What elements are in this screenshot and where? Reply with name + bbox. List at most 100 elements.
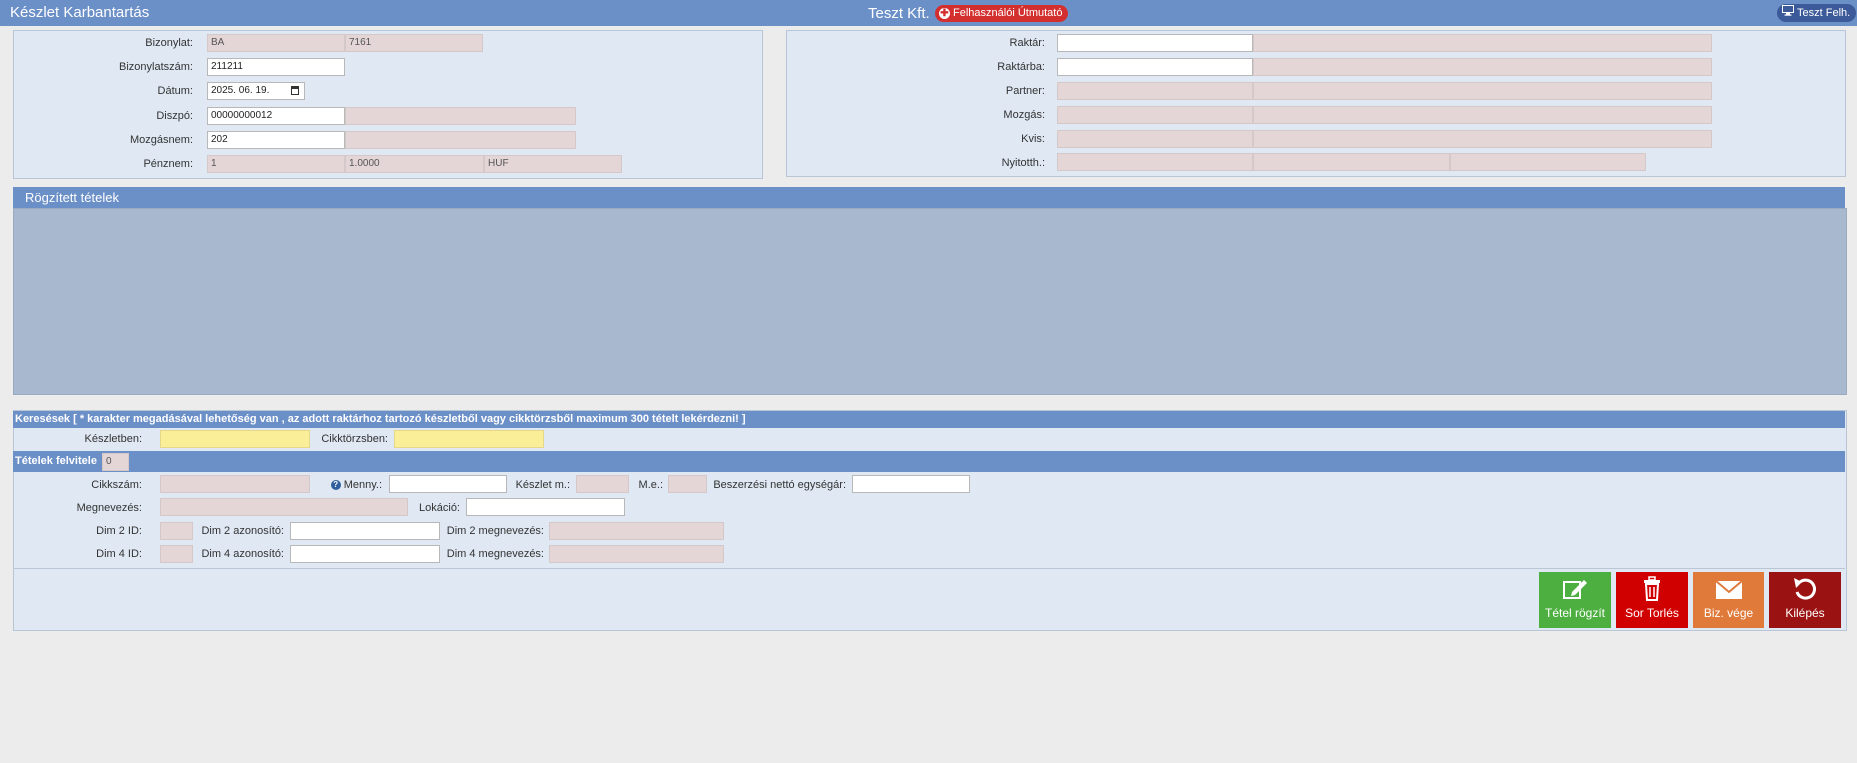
- datum-input[interactable]: 2025. 06. 19.: [207, 82, 305, 100]
- menny-input[interactable]: [389, 475, 507, 493]
- item-entry-title: Tételek felvitele: [15, 455, 97, 467]
- cikktorzsben-search-input[interactable]: [394, 430, 544, 448]
- item-entry-header: Tételek felvitele: [13, 451, 1845, 472]
- megnevezes-label: Megnevezés:: [76, 502, 142, 514]
- sor-torles-button[interactable]: Sor Torlés: [1616, 572, 1688, 628]
- keszlet-field: [576, 475, 629, 493]
- biz-vege-label: Biz. vége: [1703, 606, 1754, 620]
- partner-label: Partner:: [1005, 85, 1045, 97]
- edit-icon: [1539, 576, 1611, 606]
- envelope-icon: [1693, 576, 1764, 606]
- dim2-id-field: [160, 522, 193, 540]
- item-count-field: 0: [102, 453, 129, 471]
- divider: [13, 568, 1845, 569]
- dim2-megn-field: [549, 522, 724, 540]
- penznem-label: Pénznem:: [143, 158, 193, 170]
- question-icon[interactable]: ?: [330, 480, 341, 491]
- recorded-items-title: Rögzített tételek: [25, 190, 119, 205]
- mozgas-code-field: [1057, 106, 1253, 124]
- datum-value: 2025. 06. 19.: [211, 85, 270, 96]
- raktarba-input[interactable]: [1057, 58, 1253, 76]
- dim4-id-label: Dim 4 ID:: [96, 548, 142, 560]
- undo-icon: [1769, 576, 1841, 606]
- keszlet-label: Készlet m.:: [515, 479, 570, 491]
- lokacio-input[interactable]: [466, 498, 625, 516]
- bizonylat-number-field: 7161: [345, 34, 483, 52]
- calendar-icon[interactable]: [291, 86, 299, 95]
- mozgas-label: Mozgás:: [1003, 109, 1045, 121]
- raktar-label: Raktár:: [1009, 37, 1045, 49]
- lokacio-label: Lokáció:: [419, 502, 460, 514]
- partner-desc-field: [1253, 82, 1712, 100]
- diszpo-desc-field: [345, 107, 576, 125]
- recorded-items-grid[interactable]: [13, 208, 1847, 395]
- raktarba-label: Raktárba:: [997, 61, 1045, 73]
- penznem-code-field: 1: [207, 155, 345, 173]
- raktar-input[interactable]: [1057, 34, 1253, 52]
- dim2-megn-label: Dim 2 megnevezés:: [446, 525, 544, 537]
- monitor-icon: [1782, 4, 1794, 22]
- user-button[interactable]: Teszt Felh.: [1777, 4, 1857, 22]
- searches-header: Keresések [ * karakter megadásával lehet…: [13, 411, 1845, 428]
- dim2-azon-input[interactable]: [290, 522, 440, 540]
- me-field: [668, 475, 707, 493]
- dim4-megn-field: [549, 545, 724, 563]
- tetel-rogzit-button[interactable]: Tétel rögzít: [1539, 572, 1611, 628]
- raktarba-desc-field: [1253, 58, 1712, 76]
- keszletben-label: Készletben:: [84, 433, 142, 445]
- company-name: Teszt Kft.: [868, 5, 930, 22]
- top-bar: Készlet Karbantartás Teszt Kft. ✚ Felhas…: [0, 0, 1857, 26]
- dim2-id-label: Dim 2 ID:: [96, 525, 142, 537]
- sor-torles-label: Sor Torlés: [1625, 606, 1679, 620]
- cikkszam-label: Cikkszám:: [91, 479, 142, 491]
- penznem-rate-field: 1.0000: [345, 155, 484, 173]
- beszerzesi-input[interactable]: [852, 475, 970, 493]
- mozgasnem-desc-field: [345, 131, 576, 149]
- kilepes-label: Kilépés: [1785, 606, 1825, 620]
- megnevezes-field: [160, 498, 408, 516]
- beszerzesi-label: Beszerzési nettó egységár:: [713, 479, 846, 491]
- tetel-rogzit-label: Tétel rögzít: [1544, 606, 1606, 620]
- kilepes-button[interactable]: Kilépés: [1769, 572, 1841, 628]
- recorded-items-header: Rögzített tételek: [13, 187, 1845, 208]
- mozgasnem-label: Mozgásnem:: [130, 134, 193, 146]
- dim2-azon-label: Dim 2 azonosító:: [201, 525, 284, 537]
- user-guide-label: Felhasználói Útmutató: [953, 7, 1063, 19]
- trash-icon: [1616, 576, 1688, 606]
- bizonylat-type-field: BA: [207, 34, 345, 52]
- cikkszam-field: [160, 475, 310, 493]
- biz-vege-button[interactable]: Biz. vége: [1693, 572, 1764, 628]
- raktar-desc-field: [1253, 34, 1712, 52]
- nyitotth-field-1: [1057, 153, 1253, 171]
- keszletben-search-input[interactable]: [160, 430, 310, 448]
- datum-label: Dátum:: [157, 85, 193, 97]
- nyitotth-field-2: [1253, 153, 1450, 171]
- bizonylatszam-input[interactable]: 211211: [207, 58, 345, 76]
- dim4-azon-label: Dim 4 azonosító:: [201, 548, 284, 560]
- diszpo-input[interactable]: 00000000012: [207, 107, 345, 125]
- dim4-id-field: [160, 545, 193, 563]
- user-label: Teszt Felh.: [1797, 7, 1851, 19]
- dim4-megn-label: Dim 4 megnevezés:: [446, 548, 544, 560]
- cikktorzsben-label: Cikktörzsben:: [321, 433, 388, 445]
- app-title: Készlet Karbantartás: [10, 4, 150, 21]
- penznem-currency-field: HUF: [484, 155, 622, 173]
- bizonylat-label: Bizonylat:: [145, 37, 193, 49]
- searches-title: Keresések [ * karakter megadásával lehet…: [15, 413, 746, 425]
- kvis-desc-field: [1253, 130, 1712, 148]
- kvis-label: Kvis:: [1021, 133, 1045, 145]
- user-guide-button[interactable]: ✚ Felhasználói Útmutató: [935, 5, 1069, 22]
- partner-code-field: [1057, 82, 1253, 100]
- mozgas-desc-field: [1253, 106, 1712, 124]
- dim4-azon-input[interactable]: [290, 545, 440, 563]
- menny-label: Menny.:: [343, 479, 382, 491]
- nyitotth-field-3: [1450, 153, 1646, 171]
- kvis-code-field: [1057, 130, 1253, 148]
- diszpo-label: Diszpó:: [156, 110, 193, 122]
- plus-circle-icon: ✚: [939, 8, 950, 19]
- nyitotth-label: Nyitotth.:: [1001, 157, 1045, 169]
- me-label: M.e.:: [638, 479, 663, 491]
- mozgasnem-input[interactable]: 202: [207, 131, 345, 149]
- menny-label-wrap: ? Menny.:: [320, 479, 382, 491]
- bizonylatszam-label: Bizonylatszám:: [119, 61, 193, 73]
